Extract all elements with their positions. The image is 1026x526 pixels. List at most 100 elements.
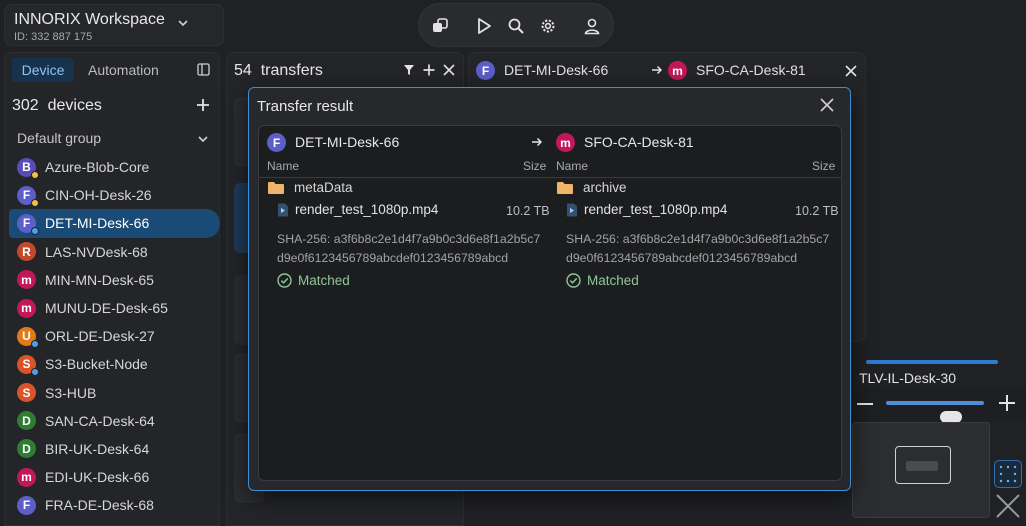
- device-item[interactable]: m MUNU-DE-Desk-65: [5, 294, 221, 322]
- avatar: S: [17, 383, 36, 403]
- comparison-header: F DET-MI-Desk-66 m SFO-CA-Desk-81: [259, 126, 841, 156]
- avatar: R: [17, 242, 36, 262]
- device-list: B Azure-Blob-Core F CIN-OH-Desk-26 F DET-MI-D…: [5, 153, 221, 519]
- tab-device[interactable]: Device: [12, 58, 74, 82]
- match-status-label: Matched: [587, 273, 639, 288]
- compare-source-name: DET-MI-Desk-66: [504, 62, 609, 78]
- avatar: m: [17, 298, 36, 318]
- zoom-out-button[interactable]: [856, 396, 874, 412]
- folder-name: metaData: [294, 180, 353, 195]
- device-item[interactable]: D SAN-CA-Desk-64: [5, 407, 221, 435]
- device-item[interactable]: F DET-MI-Desk-66: [9, 209, 220, 238]
- transfers-label: transfers: [260, 62, 323, 79]
- zoom-in-button[interactable]: [998, 394, 1016, 412]
- workspace-id: ID: 332 887 175: [14, 31, 93, 43]
- sidebar-toggle-icon[interactable]: [197, 63, 210, 76]
- tab-automation[interactable]: Automation: [88, 62, 159, 78]
- device-item[interactable]: F CIN-OH-Desk-26: [5, 181, 221, 209]
- play-icon[interactable]: [472, 14, 496, 38]
- device-item[interactable]: F FRA-DE-Desk-68: [5, 491, 221, 519]
- match-status: Matched: [566, 273, 639, 288]
- avatar: m: [556, 133, 575, 152]
- user-icon[interactable]: [580, 14, 604, 38]
- minimap-device-name: TLV-IL-Desk-30: [859, 370, 956, 386]
- close-icon[interactable]: [994, 492, 1022, 520]
- device-name: DET-MI-Desk-66: [45, 215, 150, 232]
- add-transfer-icon[interactable]: [423, 64, 435, 76]
- transfer-result-dialog: Transfer result F DET-MI-Desk-66 m SFO-C…: [248, 87, 851, 491]
- status-dot: [31, 198, 39, 207]
- gear-icon[interactable]: [536, 14, 560, 38]
- device-count: 302 devices: [12, 97, 102, 115]
- avatar: F: [17, 185, 39, 207]
- file-name[interactable]: render_test_1080p.mp4: [584, 202, 727, 217]
- close-icon[interactable]: [443, 64, 455, 76]
- status-dot: [31, 226, 39, 235]
- filter-icon[interactable]: [403, 64, 415, 76]
- target-column: Name Size archive render_test_1080p.mp4 …: [549, 156, 841, 480]
- search-icon[interactable]: [504, 14, 528, 38]
- folder-row[interactable]: metaData: [267, 180, 353, 195]
- device-name: LAS-NVDesk-68: [45, 243, 148, 260]
- top-toolbar: [418, 3, 614, 47]
- folder-row[interactable]: archive: [556, 180, 627, 195]
- folder-name: archive: [583, 180, 627, 195]
- sha-hash-line: d9e0f6123456789abcdef0123456789abcd: [566, 251, 798, 265]
- avatar: m: [17, 270, 36, 290]
- add-device-button[interactable]: [195, 97, 211, 113]
- device-name: EDI-UK-Desk-66: [45, 469, 150, 486]
- workspace-switcher[interactable]: INNORIX Workspace ID: 332 887 175: [4, 4, 224, 46]
- avatar: S: [17, 354, 39, 376]
- minimap-viewport[interactable]: [895, 446, 951, 484]
- device-item[interactable]: U ORL-DE-Desk-27: [5, 322, 221, 350]
- dialog-title: Transfer result: [257, 98, 354, 115]
- avatar: D: [17, 439, 36, 459]
- status-dot: [31, 367, 39, 376]
- sha-hash-line: SHA-256: a3f6b8c2e1d4f7a9b0c3d6e8f1a2b5c…: [566, 232, 830, 246]
- target-device-name: SFO-CA-Desk-81: [584, 134, 694, 150]
- arrow-right-icon: [651, 64, 663, 76]
- device-count-unit: devices: [47, 97, 102, 114]
- device-name: MIN-MN-Desk-65: [45, 271, 154, 288]
- sha-hash-line: SHA-256: a3f6b8c2e1d4f7a9b0c3d6e8f1a2b5c…: [277, 232, 541, 246]
- avatar: m: [17, 467, 36, 487]
- file-name[interactable]: render_test_1080p.mp4: [295, 202, 438, 217]
- device-name: MUNU-DE-Desk-65: [45, 300, 168, 317]
- device-name: Azure-Blob-Core: [45, 159, 150, 176]
- selection-bar: [866, 360, 998, 364]
- device-panel: Device Automation 302 devices Default gr…: [4, 52, 220, 526]
- device-name: S3-HUB: [45, 384, 97, 401]
- check-circle-icon: [566, 273, 581, 288]
- device-item[interactable]: D BIR-UK-Desk-64: [5, 435, 221, 463]
- file-size: 10.2 TB: [506, 204, 550, 218]
- avatar: m: [668, 61, 687, 80]
- device-item[interactable]: R LAS-NVDesk-68: [5, 238, 221, 266]
- avatar: F: [17, 213, 39, 235]
- result-comparison: F DET-MI-Desk-66 m SFO-CA-Desk-81 Name S…: [258, 125, 842, 481]
- close-icon[interactable]: [845, 65, 857, 77]
- workspace-title: INNORIX Workspace: [14, 11, 165, 28]
- device-item[interactable]: S S3-HUB: [5, 379, 221, 407]
- close-icon[interactable]: [820, 98, 834, 112]
- source-device-name: DET-MI-Desk-66: [295, 134, 400, 150]
- minimap[interactable]: [852, 422, 990, 518]
- video-file-icon: [566, 203, 578, 217]
- group-selector[interactable]: Default group: [17, 130, 101, 146]
- avatar: F: [267, 133, 286, 152]
- device-item[interactable]: m EDI-UK-Desk-66: [5, 463, 221, 491]
- chevron-down-icon[interactable]: [197, 133, 209, 145]
- chevron-down-icon: [177, 17, 189, 29]
- transfers-count: 54: [234, 62, 252, 79]
- zoom-slider[interactable]: [886, 401, 984, 423]
- device-name: SAN-CA-Desk-64: [45, 412, 155, 429]
- folder-icon: [268, 181, 284, 194]
- avatar: B: [17, 157, 39, 179]
- grid-layout-button[interactable]: [994, 460, 1022, 488]
- device-item[interactable]: S S3-Bucket-Node: [5, 350, 221, 378]
- device-item[interactable]: B Azure-Blob-Core: [5, 153, 221, 181]
- device-name: BIR-UK-Desk-64: [45, 440, 150, 457]
- status-dot: [31, 170, 39, 179]
- zoom-control: [852, 386, 1026, 423]
- copy-icon[interactable]: [428, 14, 452, 38]
- device-item[interactable]: m MIN-MN-Desk-65: [5, 266, 221, 294]
